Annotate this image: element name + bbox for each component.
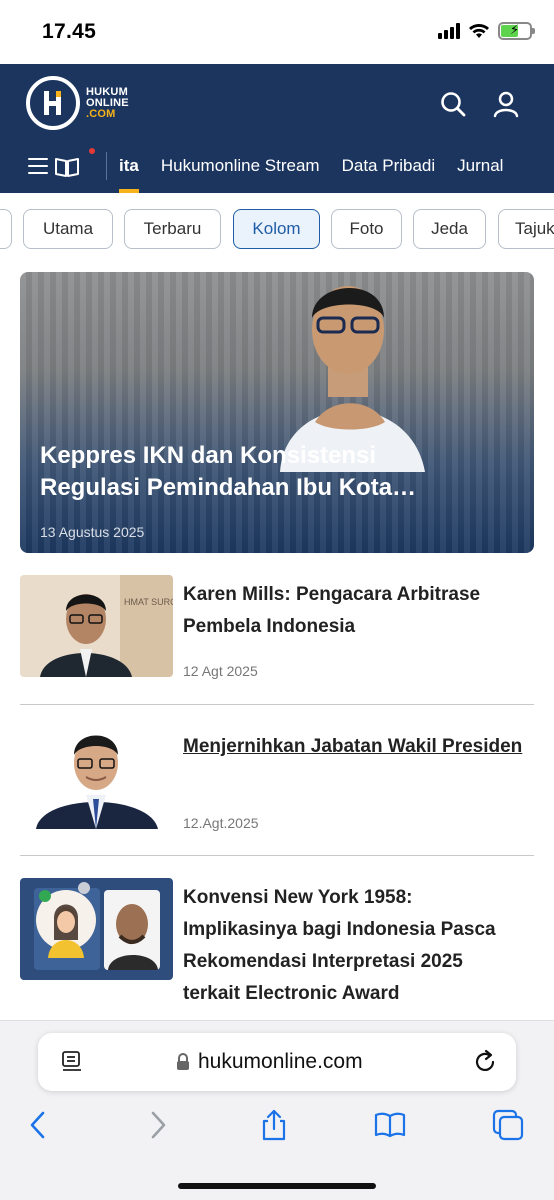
main-nav: ita Hukumonline Stream Data Pribadi Jurn…	[0, 144, 554, 193]
hero-title[interactable]: Keppres IKN dan Konsistensi Regulasi Pem…	[40, 440, 480, 504]
site-header: HUKUM ONLINE .COM ita Hukumonline Stream…	[0, 64, 554, 193]
category-chip-foto[interactable]: Foto	[331, 209, 402, 249]
address-bar[interactable]: hukumonline.com	[38, 1033, 516, 1091]
wifi-icon	[469, 24, 489, 38]
home-indicator	[178, 1183, 376, 1189]
category-chip-tajuk[interactable]: Tajuk	[498, 209, 554, 249]
nav-item-data-pribadi[interactable]: Data Pribadi	[342, 144, 436, 193]
notification-dot	[89, 148, 95, 154]
forward-icon[interactable]	[142, 1109, 174, 1141]
article-thumbnail	[20, 878, 173, 980]
battery-icon: ⚡	[498, 22, 535, 40]
article-item[interactable]: Konvensi New York 1958: Implikasinya bag…	[20, 878, 534, 1008]
open-book-icon[interactable]	[54, 156, 80, 178]
status-icons: ⚡	[438, 22, 535, 40]
nav-item-hukumonline-stream[interactable]: Hukumonline Stream	[161, 144, 320, 193]
article-title[interactable]: Karen Mills: Pengacara Arbitrase Pembela…	[183, 579, 523, 643]
status-time: 17.45	[42, 20, 97, 43]
category-chip-jeda[interactable]: Jeda	[413, 209, 486, 249]
tabs-icon[interactable]	[492, 1109, 524, 1141]
hukumonline-logo[interactable]: HUKUM ONLINE .COM	[26, 76, 129, 130]
logo-mark-icon	[26, 76, 80, 130]
logo-line3: .COM	[86, 107, 116, 120]
article-date: 12 Agt 2025	[183, 663, 258, 679]
bookmarks-icon[interactable]	[374, 1109, 406, 1141]
url-text[interactable]: hukumonline.com	[198, 1050, 363, 1074]
nav-item-ita[interactable]: ita	[119, 144, 139, 193]
svg-text:HMAT SUROS: HMAT SUROS	[124, 597, 173, 607]
category-tabs: Utama Terbaru Kolom Foto Jeda Tajuk	[0, 209, 554, 249]
article-thumbnail: HMAT SUROS	[20, 575, 173, 677]
hero-date: 13 Agustus 2025	[40, 524, 145, 540]
share-icon[interactable]	[258, 1109, 290, 1141]
lock-icon	[177, 1053, 189, 1070]
article-thumbnail	[20, 727, 173, 829]
article-title[interactable]: Konvensi New York 1958: Implikasinya bag…	[183, 882, 523, 1010]
nav-divider	[106, 152, 107, 180]
nav-item-jurnal[interactable]: Jurnal	[457, 144, 503, 193]
hamburger-menu-icon[interactable]	[28, 158, 48, 174]
article-item[interactable]: HMAT SUROS Karen Mills: Pengacara Arbitr…	[20, 575, 534, 685]
browser-bottom-bar: hukumonline.com	[0, 1020, 554, 1200]
category-chip-utama[interactable]: Utama	[23, 209, 113, 249]
logo-line1: HUKUM	[86, 85, 128, 98]
reload-icon[interactable]	[472, 1049, 498, 1075]
nav-items: ita Hukumonline Stream Data Pribadi Jurn…	[119, 144, 503, 193]
article-title[interactable]: Menjernihkan Jabatan Wakil Presiden	[183, 731, 523, 763]
logo-line2: ONLINE	[86, 96, 129, 109]
search-icon[interactable]	[439, 90, 467, 118]
divider	[20, 704, 534, 705]
cellular-signal-icon	[438, 23, 460, 39]
logo-wordmark: HUKUM ONLINE .COM	[86, 85, 129, 120]
article-date: 12.Agt.2025	[183, 815, 259, 831]
hero-article[interactable]: Keppres IKN dan Konsistensi Regulasi Pem…	[20, 272, 534, 553]
user-icon[interactable]	[492, 90, 520, 118]
page-menu-icon[interactable]	[60, 1050, 84, 1074]
status-bar: 17.45 ⚡	[0, 0, 554, 64]
category-chip-previous[interactable]	[0, 209, 12, 249]
category-chip-kolom[interactable]: Kolom	[233, 209, 320, 249]
back-icon[interactable]	[22, 1109, 54, 1141]
article-item[interactable]: Menjernihkan Jabatan Wakil Presiden 12.A…	[20, 727, 534, 837]
divider	[20, 855, 534, 856]
category-chip-terbaru[interactable]: Terbaru	[124, 209, 221, 249]
